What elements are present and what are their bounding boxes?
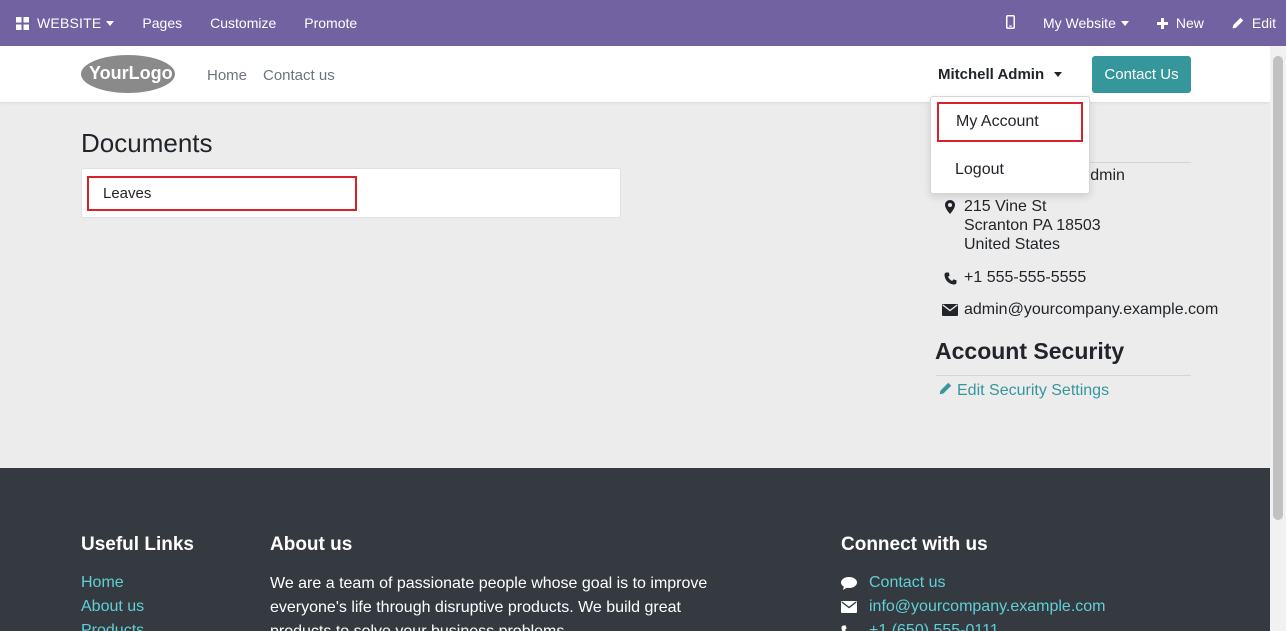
address-line-1: 215 Vine St [964, 198, 1047, 215]
site-footer: Useful Links Home About us Products Abou… [0, 468, 1270, 631]
my-website-label: My Website [1042, 15, 1116, 31]
documents-title: Documents [81, 128, 213, 158]
chevron-down-icon [1054, 72, 1063, 77]
user-dropdown-menu: My Account Logout [930, 96, 1090, 194]
user-name: Mitchell Admin [938, 66, 1045, 83]
map-marker-icon [936, 197, 964, 254]
footer-link-products[interactable]: Products [81, 622, 144, 631]
address-line-3: United States [964, 236, 1061, 253]
dropdown-item-my-account[interactable]: My Account [937, 102, 1083, 142]
plus-icon [1156, 17, 1168, 29]
footer-email-label: info@yourcompany.example.com [869, 598, 1106, 615]
connect-title: Connect with us [841, 534, 988, 555]
logo-text: YourLogo [89, 63, 173, 83]
phone-value: +1 555-555-5555 [964, 269, 1087, 286]
company-logo[interactable]: YourLogo [81, 54, 175, 94]
mobile-preview-button[interactable] [992, 0, 1029, 46]
chevron-down-icon [1120, 20, 1129, 26]
address-line-2: Scranton PA 18503 [964, 217, 1101, 234]
comment-icon [841, 576, 869, 590]
edit-security-settings-label: Edit Security Settings [957, 382, 1110, 399]
phone-icon [936, 269, 964, 287]
edit-button[interactable]: Edit [1218, 0, 1286, 46]
website-menu-label: WEBSITE [37, 15, 102, 31]
dropdown-item-logout[interactable]: Logout [937, 150, 1083, 190]
envelope-icon [841, 601, 869, 613]
page-scrollbar[interactable] [1270, 46, 1286, 631]
phone-icon [841, 625, 869, 631]
pages-menu[interactable]: Pages [128, 0, 196, 46]
pencil-icon [1232, 17, 1244, 29]
user-menu-toggle[interactable]: Mitchell Admin [938, 66, 1063, 83]
account-security-title: Account Security [935, 338, 1125, 364]
scrollbar-thumb[interactable] [1273, 56, 1283, 520]
phone-row: +1 555-555-5555 [936, 269, 1086, 287]
admin-bar: WEBSITE Pages Customize Promote My Websi… [0, 0, 1286, 46]
my-website-menu[interactable]: My Website [1029, 0, 1143, 46]
footer-link-home[interactable]: Home [81, 574, 124, 592]
envelope-icon [936, 301, 964, 319]
email-row: admin@yourcompany.example.com [936, 301, 1218, 319]
nav-home[interactable]: Home [207, 67, 247, 84]
about-us-title: About us [270, 534, 353, 555]
site-header: YourLogo Home Contact us Mitchell Admin … [0, 46, 1270, 102]
document-item-leaves[interactable]: Leaves [87, 176, 357, 211]
mobile-icon [1005, 14, 1015, 32]
pencil-icon [939, 382, 957, 400]
nav-contact-us[interactable]: Contact us [263, 67, 335, 84]
promote-menu[interactable]: Promote [290, 0, 371, 46]
useful-links-title: Useful Links [81, 534, 194, 555]
security-divider [936, 375, 1191, 376]
footer-contact-us-label: Contact us [869, 574, 946, 591]
email-value: admin@yourcompany.example.com [964, 301, 1219, 318]
new-button[interactable]: New [1143, 0, 1218, 46]
edit-label: Edit [1251, 15, 1276, 31]
new-label: New [1175, 15, 1204, 31]
footer-contact-us-link[interactable]: Contact us [841, 574, 945, 592]
footer-phone-link[interactable]: +1 (650) 555-0111 [841, 622, 999, 631]
edit-security-settings-link[interactable]: Edit Security Settings [939, 382, 1109, 400]
apps-grid-icon [16, 16, 29, 30]
footer-email-link[interactable]: info@yourcompany.example.com [841, 598, 1106, 616]
contact-us-button[interactable]: Contact Us [1092, 56, 1191, 93]
footer-link-about-us[interactable]: About us [81, 598, 144, 616]
documents-list: Leaves [81, 168, 621, 218]
customize-menu[interactable]: Customize [196, 0, 290, 46]
website-menu[interactable]: WEBSITE [0, 0, 128, 46]
footer-phone-label: +1 (650) 555-0111 [869, 622, 999, 631]
address-row: 215 Vine St Scranton PA 18503 United Sta… [936, 197, 1101, 254]
chevron-down-icon [106, 20, 115, 26]
about-us-text: We are a team of passionate people whose… [270, 575, 708, 631]
